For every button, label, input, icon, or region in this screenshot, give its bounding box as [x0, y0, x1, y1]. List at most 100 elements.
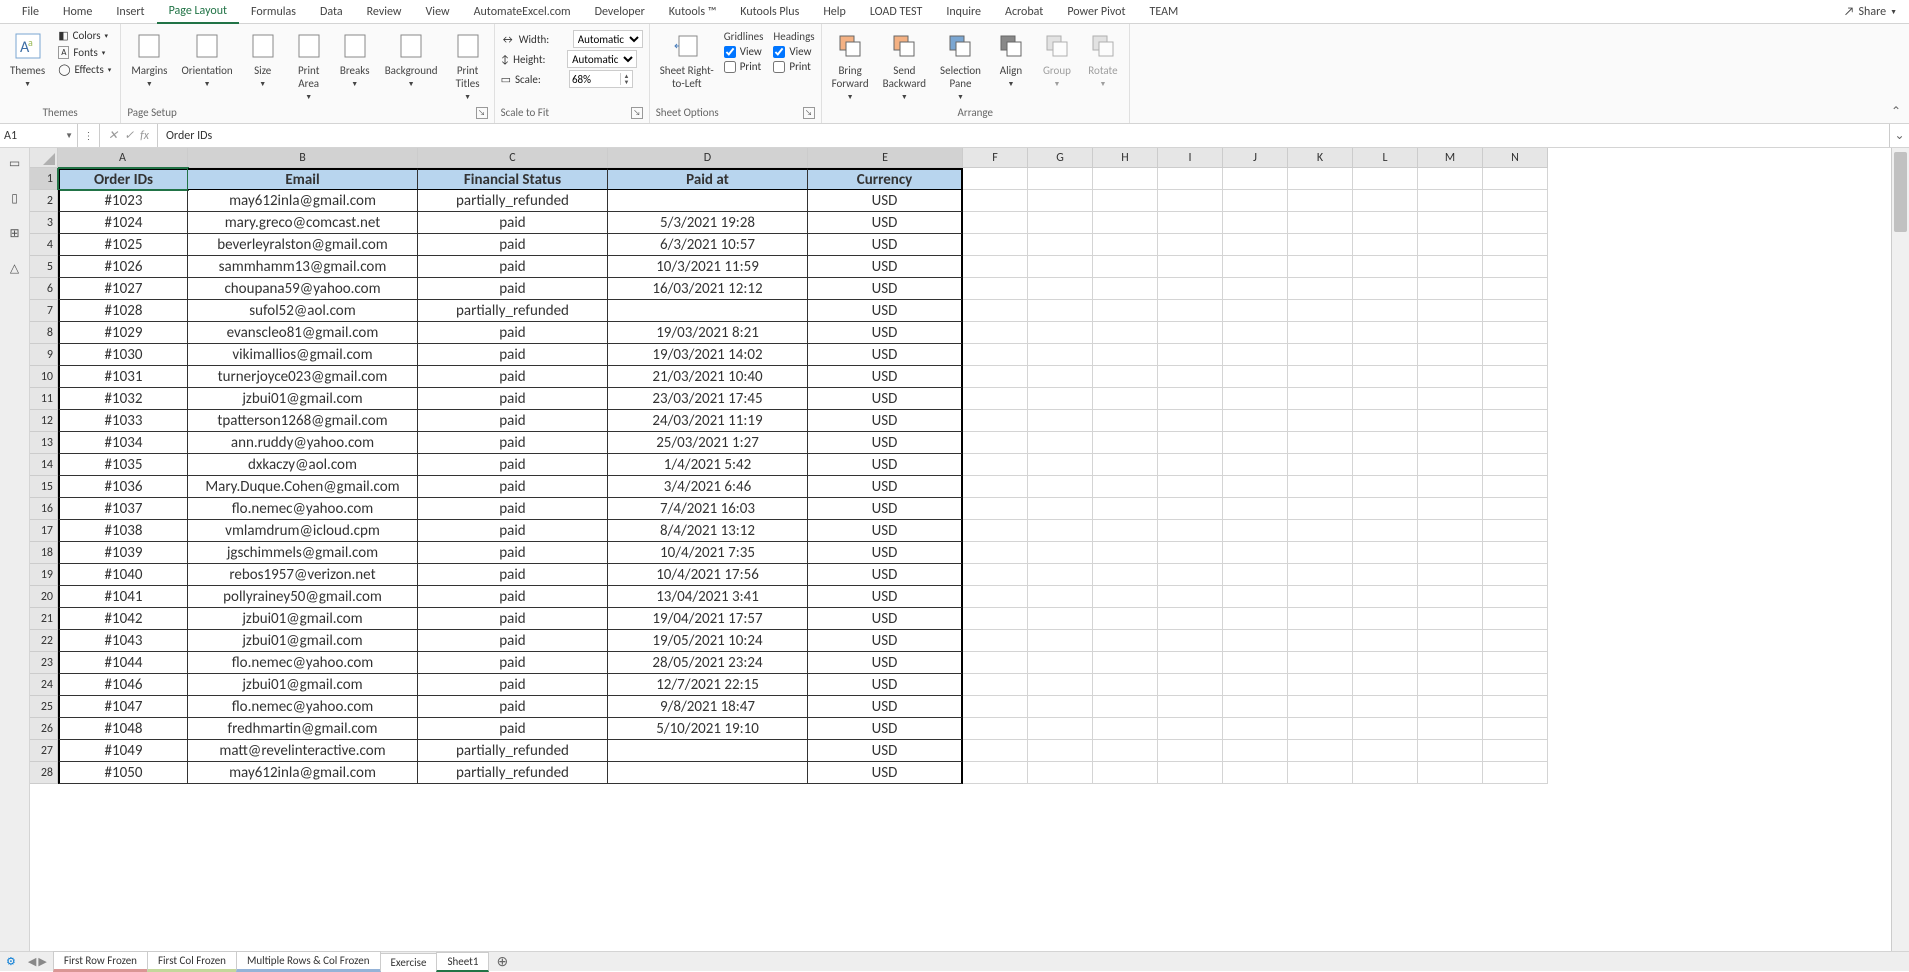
cell[interactable] — [963, 498, 1028, 520]
cell[interactable] — [1288, 520, 1353, 542]
cell[interactable]: USD — [808, 630, 963, 652]
cell[interactable] — [1028, 586, 1093, 608]
cell[interactable]: USD — [808, 696, 963, 718]
cell[interactable] — [1418, 630, 1483, 652]
leftbar-icon[interactable]: ▭ — [9, 156, 20, 171]
cell[interactable] — [1028, 740, 1093, 762]
cell[interactable] — [608, 740, 808, 762]
cell[interactable] — [1418, 652, 1483, 674]
cell[interactable] — [1223, 190, 1288, 212]
col-header-J[interactable]: J — [1223, 148, 1288, 168]
cell[interactable]: 19/05/2021 10:24 — [608, 630, 808, 652]
cell[interactable] — [1353, 454, 1418, 476]
scrollbar-thumb[interactable] — [1894, 152, 1907, 232]
cell[interactable] — [1158, 740, 1223, 762]
cell[interactable] — [1483, 564, 1548, 586]
col-header-D[interactable]: D — [608, 148, 808, 168]
col-header-H[interactable]: H — [1093, 148, 1158, 168]
cell[interactable]: partially_refunded — [418, 300, 608, 322]
col-header-L[interactable]: L — [1353, 148, 1418, 168]
tab-team[interactable]: TEAM — [1138, 1, 1191, 23]
cell[interactable] — [1353, 366, 1418, 388]
col-header-M[interactable]: M — [1418, 148, 1483, 168]
cell[interactable] — [1288, 586, 1353, 608]
sheet-nav-next[interactable]: ▶ — [38, 955, 46, 968]
cell[interactable] — [1483, 542, 1548, 564]
cell[interactable] — [1028, 718, 1093, 740]
cell[interactable]: USD — [808, 564, 963, 586]
row-header[interactable]: 2 — [30, 190, 58, 212]
cell[interactable] — [1353, 300, 1418, 322]
cell[interactable] — [1353, 630, 1418, 652]
cell[interactable] — [963, 696, 1028, 718]
cell[interactable]: paid — [418, 586, 608, 608]
printarea-button[interactable]: Print Area▼ — [289, 28, 329, 103]
cell[interactable]: #1038 — [58, 520, 188, 542]
cell[interactable] — [1093, 168, 1158, 190]
row-header[interactable]: 5 — [30, 256, 58, 278]
cell[interactable] — [1223, 520, 1288, 542]
cell[interactable] — [1353, 762, 1418, 784]
background-button[interactable]: Background▼ — [381, 28, 442, 90]
cell[interactable] — [1418, 212, 1483, 234]
row-header[interactable]: 17 — [30, 520, 58, 542]
cell[interactable] — [1028, 388, 1093, 410]
cell[interactable]: ann.ruddy@yahoo.com — [188, 432, 418, 454]
cell[interactable] — [1353, 564, 1418, 586]
cell[interactable] — [1028, 234, 1093, 256]
cell[interactable]: 19/03/2021 14:02 — [608, 344, 808, 366]
cell[interactable]: paid — [418, 366, 608, 388]
tab-page-layout[interactable]: Page Layout — [157, 0, 239, 24]
cell[interactable] — [1353, 212, 1418, 234]
col-header-A[interactable]: A — [58, 148, 188, 168]
cell[interactable] — [963, 586, 1028, 608]
sheet-tab[interactable]: Multiple Rows & Col Frozen — [236, 951, 381, 972]
cell[interactable]: paid — [418, 608, 608, 630]
col-header-E[interactable]: E — [808, 148, 963, 168]
cell[interactable]: jzbui01@gmail.com — [188, 630, 418, 652]
cell[interactable] — [1418, 454, 1483, 476]
cell[interactable]: matt@revelinteractive.com — [188, 740, 418, 762]
new-sheet-button[interactable]: ⊕ — [488, 951, 516, 972]
cell[interactable] — [1483, 300, 1548, 322]
cell[interactable] — [1158, 718, 1223, 740]
cell[interactable]: 10/4/2021 17:56 — [608, 564, 808, 586]
cell[interactable] — [1418, 674, 1483, 696]
cell[interactable] — [1418, 586, 1483, 608]
cell[interactable]: flo.nemec@yahoo.com — [188, 652, 418, 674]
cell[interactable]: Email — [188, 168, 418, 190]
cell[interactable]: Financial Status — [418, 168, 608, 190]
cell[interactable] — [1483, 212, 1548, 234]
dialog-launcher-scale[interactable]: ↘ — [631, 107, 643, 119]
cell[interactable] — [1353, 542, 1418, 564]
cell[interactable] — [1418, 234, 1483, 256]
cell[interactable]: #1042 — [58, 608, 188, 630]
tab-inquire[interactable]: Inquire — [934, 1, 993, 23]
tab-developer[interactable]: Developer — [583, 1, 657, 23]
cell[interactable] — [963, 740, 1028, 762]
cell[interactable] — [608, 300, 808, 322]
cell[interactable] — [1223, 630, 1288, 652]
cell[interactable]: 1/4/2021 5:42 — [608, 454, 808, 476]
cell[interactable] — [1353, 322, 1418, 344]
cell[interactable] — [1483, 344, 1548, 366]
cell[interactable]: partially_refunded — [418, 190, 608, 212]
cell[interactable]: 5/10/2021 19:10 — [608, 718, 808, 740]
cell[interactable] — [963, 652, 1028, 674]
row-header[interactable]: 3 — [30, 212, 58, 234]
cell[interactable] — [1483, 498, 1548, 520]
cell[interactable] — [1223, 168, 1288, 190]
row-header[interactable]: 10 — [30, 366, 58, 388]
tab-load-test[interactable]: LOAD TEST — [858, 1, 935, 23]
cell[interactable]: #1033 — [58, 410, 188, 432]
cell[interactable] — [1288, 674, 1353, 696]
cell[interactable] — [1093, 630, 1158, 652]
cell[interactable] — [1158, 630, 1223, 652]
cell[interactable]: may612inla@gmail.com — [188, 762, 418, 784]
cell[interactable] — [1483, 674, 1548, 696]
cell[interactable]: 9/8/2021 18:47 — [608, 696, 808, 718]
cell[interactable] — [1093, 344, 1158, 366]
cell[interactable]: paid — [418, 278, 608, 300]
cell[interactable] — [1028, 454, 1093, 476]
cell[interactable] — [1288, 432, 1353, 454]
